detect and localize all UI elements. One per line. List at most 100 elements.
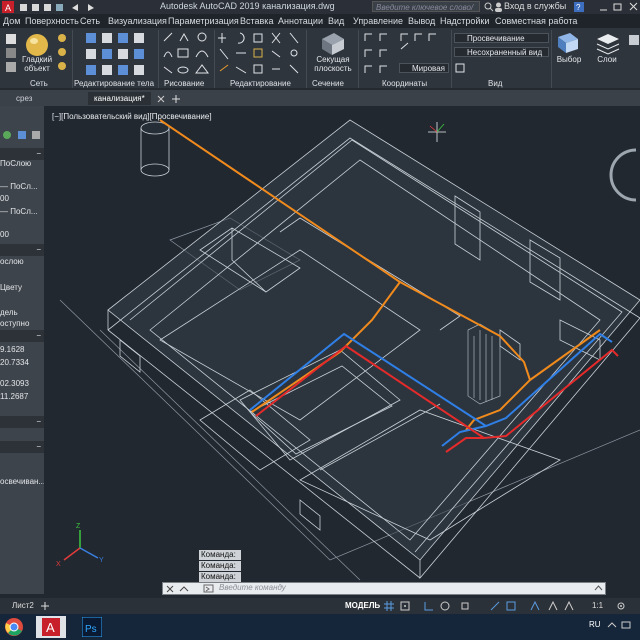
prop-visual-style[interactable]: освечиван... <box>0 476 44 488</box>
system-tray-icons[interactable] <box>606 619 634 631</box>
groups-icon[interactable] <box>628 31 640 57</box>
smooth-object-label[interactable]: Гладкий объект <box>18 55 56 73</box>
title-bar: A Autodesk AutoCAD 2019 канализация.dwg … <box>0 0 640 23</box>
prop-height[interactable]: 02.3093 <box>0 378 44 390</box>
viewport-controls-label[interactable]: [−][Пользовательский вид][Просвечивание] <box>52 112 212 121</box>
layers-label[interactable]: Слои <box>594 55 620 64</box>
window-controls[interactable]: ? <box>574 1 640 13</box>
autoscale-icon[interactable] <box>564 601 574 611</box>
prop-center-x[interactable]: 9.1628 <box>0 344 44 356</box>
prop-value[interactable]: 00 <box>0 193 44 205</box>
draw-tools-icons[interactable] <box>162 31 212 77</box>
menu-output[interactable]: Вывод <box>408 16 435 26</box>
panel-title-network[interactable]: Сеть <box>30 79 48 88</box>
prop-center-y[interactable]: 20.7334 <box>0 357 44 369</box>
modify-tools-icons[interactable] <box>218 31 304 77</box>
command-line-buttons[interactable] <box>166 585 196 594</box>
prop-width[interactable]: 11.2687 <box>0 391 44 403</box>
menu-view[interactable]: Вид <box>328 16 344 26</box>
grid-icon[interactable] <box>384 601 394 611</box>
svg-text:Y: Y <box>99 557 104 564</box>
command-input[interactable]: Введите команду <box>219 583 286 592</box>
sign-in-link[interactable]: Вход в службы <box>504 1 566 11</box>
visibility-icon[interactable] <box>548 601 558 611</box>
visual-style-combo[interactable]: Просвечивание <box>454 33 549 43</box>
add-layout-icon[interactable] <box>40 601 50 611</box>
quick-access-toolbar[interactable] <box>20 3 120 12</box>
mesh-tools-icons[interactable] <box>5 32 19 76</box>
svg-text:X: X <box>56 561 61 568</box>
properties-section-header[interactable]: − <box>0 416 44 428</box>
search-input[interactable]: Введите ключевое слово/фразу <box>372 1 480 23</box>
properties-section-header[interactable]: − <box>0 441 44 453</box>
menu-parametric[interactable]: Параметризация <box>168 16 239 26</box>
gear-icon[interactable] <box>616 601 626 611</box>
tab-sewer-drawing[interactable]: канализация* <box>88 92 151 105</box>
panel-title-draw[interactable]: Рисование <box>164 79 204 88</box>
panel-title-view[interactable]: Вид <box>488 79 502 88</box>
drawing-canvas[interactable]: Z X Y <box>48 108 640 598</box>
properties-section-header[interactable]: − <box>0 244 44 256</box>
polar-icon[interactable] <box>440 601 450 611</box>
panel-title-section[interactable]: Сечение <box>312 79 344 88</box>
tab-section-drawing[interactable]: срез <box>10 92 39 105</box>
new-tab-icon[interactable] <box>171 94 181 104</box>
menu-manage[interactable]: Управление <box>353 16 403 26</box>
viewcube-icon[interactable] <box>609 148 637 202</box>
prop-material[interactable]: ослою <box>0 256 44 268</box>
autocad-taskbar-icon[interactable]: A <box>36 616 66 638</box>
menu-annotate[interactable]: Аннотации <box>278 16 323 26</box>
autocad-app-icon[interactable]: A <box>2 1 14 13</box>
model-space-toggle[interactable]: МОДЕЛЬ <box>345 601 380 610</box>
mesh-edit-icons[interactable] <box>56 32 70 76</box>
ortho-icon[interactable] <box>424 601 434 611</box>
menu-home[interactable]: Дом <box>3 16 20 26</box>
close-icon[interactable] <box>157 95 165 103</box>
solid-editing-icons[interactable] <box>84 31 156 77</box>
viewport-icon[interactable] <box>454 62 474 74</box>
section-plane-label[interactable]: Секущая плоскость <box>312 55 354 73</box>
ucs-combo[interactable]: Мировая <box>399 63 449 73</box>
layers-icon[interactable] <box>595 31 621 57</box>
prop-value[interactable]: 00 <box>0 229 44 241</box>
panel-title-body-edit[interactable]: Редактирование тела <box>74 79 154 88</box>
search-icon[interactable] <box>484 2 494 12</box>
menu-collaborate[interactable]: Совместная работа <box>495 16 577 26</box>
snap-icon[interactable] <box>400 601 410 611</box>
panel-title-modify[interactable]: Редактирование <box>230 79 291 88</box>
properties-section-header[interactable]: − <box>0 330 44 342</box>
svg-text:Ps: Ps <box>85 624 97 635</box>
menu-surface[interactable]: Поверхность <box>25 16 79 26</box>
user-icon <box>495 2 502 12</box>
model-3d-view[interactable]: Z X Y <box>48 108 640 598</box>
chrome-icon[interactable] <box>4 617 24 637</box>
osnap-icon[interactable] <box>460 601 470 611</box>
annotation-scale-icon[interactable] <box>530 601 540 611</box>
command-prompt-icon <box>203 584 214 593</box>
prop-status[interactable]: оступно <box>0 318 44 330</box>
prop-linetype[interactable]: — ПоСл... <box>0 206 44 218</box>
selection-icon[interactable] <box>555 31 581 57</box>
menu-visualize[interactable]: Визуализация <box>108 16 167 26</box>
ducs-icon[interactable] <box>506 601 516 611</box>
photoshop-icon[interactable]: Ps <box>82 617 102 637</box>
ucs-tools-icons[interactable] <box>362 31 396 77</box>
chevron-up-icon[interactable] <box>594 584 603 593</box>
properties-toolbar[interactable] <box>0 128 44 142</box>
ucs-icons-row[interactable] <box>398 31 450 51</box>
menu-mesh[interactable]: Сеть <box>80 16 100 26</box>
prop-shadow[interactable]: Цвету <box>0 282 44 294</box>
prop-color[interactable]: ПоСлою <box>0 158 44 170</box>
selection-label[interactable]: Выбор <box>555 55 583 64</box>
menu-addins[interactable]: Надстройки <box>440 16 489 26</box>
language-indicator[interactable]: RU <box>589 620 601 629</box>
otrack-icon[interactable] <box>490 601 500 611</box>
prop-layer[interactable]: — ПоСл... <box>0 181 44 193</box>
command-history-line: Команда: <box>199 561 241 571</box>
layout-tab[interactable]: Лист2 <box>12 601 34 610</box>
menu-insert[interactable]: Вставка <box>240 16 273 26</box>
panel-title-coordinates[interactable]: Координаты <box>382 79 427 88</box>
named-view-combo[interactable]: Несохраненный вид <box>454 47 549 57</box>
section-plane-icon[interactable] <box>320 31 346 57</box>
annotation-scale[interactable]: 1:1 <box>592 601 603 610</box>
